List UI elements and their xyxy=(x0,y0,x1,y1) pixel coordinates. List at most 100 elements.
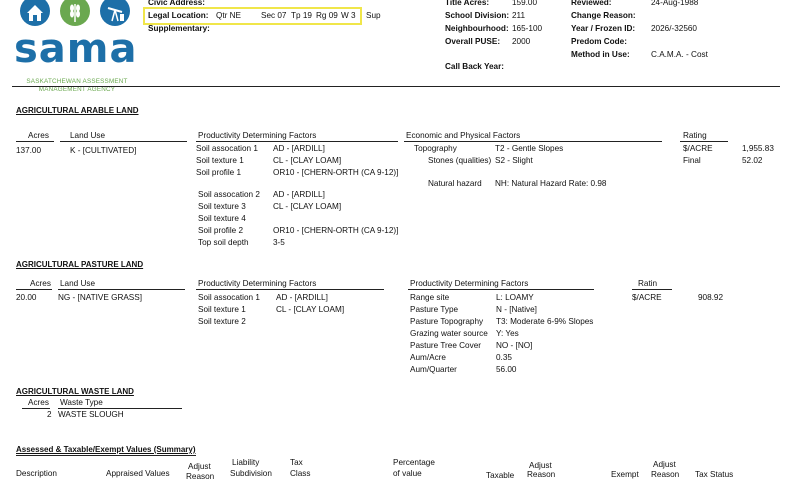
arable-econ-label: Stones (qualities) xyxy=(428,156,492,165)
legal-qtr: Qtr NE xyxy=(216,11,242,20)
predom-code-label: Predom Code: xyxy=(571,37,627,46)
pasture-factor-value: NO - [NO] xyxy=(496,341,533,350)
pasture-factor-label: Range site xyxy=(410,293,450,302)
arable-pdf1-value: OR10 - [CHERN-ORTH (CA 9-12)] xyxy=(273,168,399,177)
wheat-icon xyxy=(60,0,90,26)
supplementary-label: Supplementary: xyxy=(148,24,210,33)
pasture-factor-value: 56.00 xyxy=(496,365,517,374)
assessed-col-adjust1: Adjust xyxy=(188,462,211,471)
natural-hazard-label: Natural hazard xyxy=(428,179,482,188)
arable-rating-acre-value: 1,955.83 xyxy=(742,144,774,153)
pasture-factor-label: Aum/Acre xyxy=(410,353,446,362)
arable-section-title: AGRICULTURAL ARABLE LAND xyxy=(16,106,139,115)
house-icon xyxy=(20,0,50,26)
arable-pdf2-value: AD - [ARDILL] xyxy=(273,190,325,199)
waste-type: WASTE SLOUGH xyxy=(58,410,124,419)
assessed-col-percentage: Percentage xyxy=(393,458,435,467)
waste-col-type: Waste Type xyxy=(60,398,103,407)
reviewed-value: 24-Aug-1988 xyxy=(651,0,699,7)
assessed-col-adjust3: Adjust xyxy=(653,460,676,469)
assessed-col-liability: Liability xyxy=(232,458,260,467)
assessed-col-appraised: Appraised Values xyxy=(106,469,170,478)
logo-wordmark: sama xyxy=(14,26,138,72)
arable-col-pdf: Productivity Determining Factors xyxy=(198,131,317,140)
assessed-col-exempt: Exempt xyxy=(611,470,639,479)
arable-col-rating: Rating xyxy=(683,131,707,140)
pasture-factor-value: N - [Native] xyxy=(496,305,537,314)
pasture-factor-label: Pasture Type xyxy=(410,305,459,314)
change-reason-label: Change Reason: xyxy=(571,11,636,20)
pasture-factor-value: 0.35 xyxy=(496,353,512,362)
assessed-col-reason1: Reason xyxy=(186,472,215,481)
neighbourhood-value: 165-100 xyxy=(512,24,543,33)
reviewed-label: Reviewed: xyxy=(571,0,612,7)
arable-pdf2-label: Top soil depth xyxy=(198,238,249,247)
year-frozen-value: 2026/-32560 xyxy=(651,24,697,33)
arable-pdf1-label: Soil profile 1 xyxy=(196,168,242,177)
assessed-title-rule xyxy=(16,455,196,456)
pasture-rule-acres xyxy=(16,289,52,290)
waste-acres: 2 xyxy=(47,410,52,419)
assessed-col-tax-status: Tax Status xyxy=(695,470,734,479)
header-divider xyxy=(12,86,780,87)
arable-pdf1-value: AD - [ARDILL] xyxy=(273,144,325,153)
arable-rule-rating xyxy=(680,141,728,142)
assessed-col-description: Description xyxy=(16,469,57,478)
neighbourhood-label: Neighbourhood: xyxy=(445,24,509,33)
arable-rating-final-label: Final xyxy=(683,156,701,165)
arable-rating-acre-label: $/ACRE xyxy=(683,144,713,153)
arable-econ-value: S2 - Slight xyxy=(495,156,533,165)
pasture-landuse: NG - [NATIVE GRASS] xyxy=(58,293,143,302)
assessed-col-tax: Tax xyxy=(290,458,303,467)
arable-col-landuse: Land Use xyxy=(70,131,106,140)
arable-rule-landuse xyxy=(60,141,187,142)
school-division-value: 211 xyxy=(512,11,526,20)
assessed-col-class: Class xyxy=(290,469,311,478)
pasture-section-title: AGRICULTURAL PASTURE LAND xyxy=(16,260,144,269)
legal-w: W 3 xyxy=(341,11,356,20)
pasture-factor-value: T3: Moderate 6-9% Slopes xyxy=(496,317,594,326)
pasture-col-pdf: Productivity Determining Factors xyxy=(198,279,317,288)
arable-pdf2-label: Soil texture 3 xyxy=(198,202,246,211)
pasture-rule-pdf2 xyxy=(408,289,594,290)
school-division-label: School Division: xyxy=(445,11,510,20)
arable-pdf2-label: Soil texture 4 xyxy=(198,214,246,223)
arable-econ-value: T2 - Gentle Slopes xyxy=(495,144,564,153)
pasture-col-rating: Ratin xyxy=(638,279,658,288)
legal-rg: Rg 09 xyxy=(316,11,338,20)
assessed-col-subdivision: Subdivision xyxy=(230,469,272,478)
pasture-rule-pdf xyxy=(196,289,384,290)
arable-pdf2-value: OR10 - [CHERN-ORTH (CA 9-12)] xyxy=(273,226,399,235)
pasture-col-acres: Acres xyxy=(30,279,51,288)
arable-rating-final-value: 52.02 xyxy=(742,156,763,165)
oil-pump-icon xyxy=(100,0,130,26)
pasture-factor-label: Pasture Tree Cover xyxy=(410,341,481,350)
waste-col-acres: Acres xyxy=(28,398,49,407)
pasture-soil-value: CL - [CLAY LOAM] xyxy=(276,305,345,314)
arable-pdf1-label: Soil texture 1 xyxy=(196,156,244,165)
arable-pdf2-label: Soil assocation 2 xyxy=(198,190,260,199)
arable-pdf2-value: CL - [CLAY LOAM] xyxy=(273,202,342,211)
pasture-factor-value: L: LOAMY xyxy=(496,293,534,302)
pasture-soil-label: Soil texture 2 xyxy=(198,317,246,326)
agency-name-line2: MANAGEMENT AGENCY xyxy=(38,86,116,93)
waste-rule-acres xyxy=(22,408,50,409)
legal-sec: Sec 07 xyxy=(261,11,287,20)
arable-rule-pdf xyxy=(196,141,398,142)
year-frozen-label: Year / Frozen ID: xyxy=(571,24,636,33)
pasture-factor-label: Grazing water source xyxy=(410,329,488,338)
pasture-soil-label: Soil texture 1 xyxy=(198,305,246,314)
pasture-col-pdf2: Productivity Determining Factors xyxy=(410,279,529,288)
pasture-acres: 20.00 xyxy=(16,293,37,302)
pasture-rule-landuse xyxy=(58,289,185,290)
assessed-section-title: Assessed & Taxable/Exempt Values (Summar… xyxy=(16,445,196,454)
overall-puse-value: 2000 xyxy=(512,37,531,46)
arable-pdf1-value: CL - [CLAY LOAM] xyxy=(273,156,342,165)
arable-pdf2-value: 3-5 xyxy=(273,238,285,247)
pasture-factor-value: Y: Yes xyxy=(496,329,519,338)
legal-sup: Sup xyxy=(366,11,381,20)
arable-pdf1-label: Soil assocation 1 xyxy=(196,144,258,153)
arable-landuse: K - [CULTIVATED] xyxy=(70,146,137,155)
agency-name-line1: SASKATCHEWAN ASSESSMENT xyxy=(26,78,128,85)
title-acres-label: Title Acres: xyxy=(445,0,490,7)
